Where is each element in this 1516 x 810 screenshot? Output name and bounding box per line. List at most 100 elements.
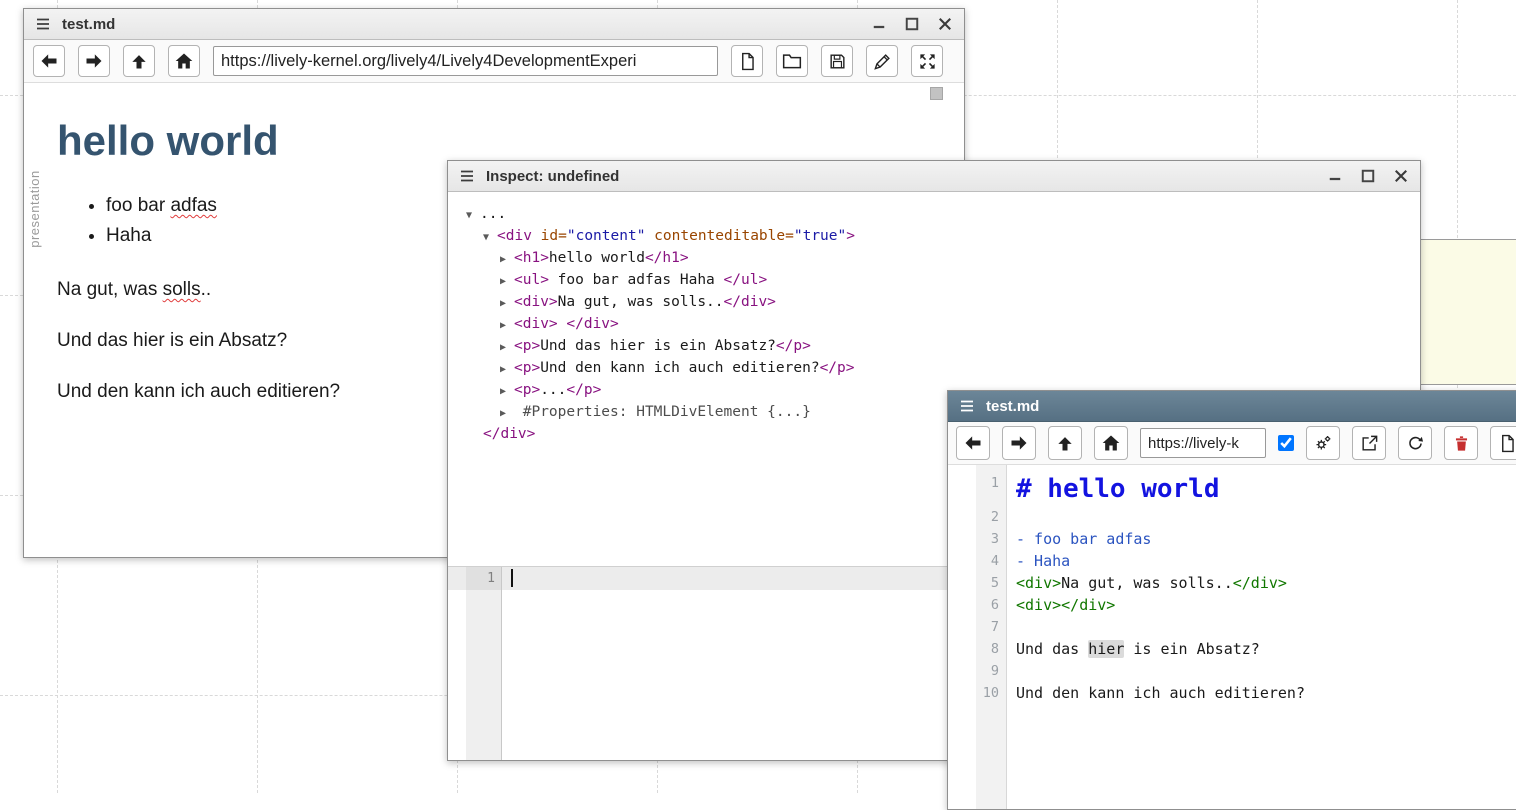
- code-text: # hello world: [1007, 472, 1220, 506]
- home-button[interactable]: [1094, 426, 1128, 460]
- code-text: - foo bar adfas: [1007, 528, 1151, 550]
- home-button[interactable]: [168, 45, 200, 77]
- reload-button[interactable]: [1398, 426, 1432, 460]
- tree-node[interactable]: ▶<div> </div>: [466, 313, 1420, 335]
- token-arrow: ▶: [500, 381, 514, 403]
- settings-button[interactable]: [1306, 426, 1340, 460]
- token-arrow: ▶: [500, 403, 514, 425]
- editor-toolbar: [948, 422, 1516, 465]
- tree-node[interactable]: ▼<div id="content" contenteditable="true…: [466, 225, 1420, 247]
- token-str: "true": [794, 228, 846, 244]
- line-number: 8: [948, 638, 1007, 660]
- viewer-titlebar[interactable]: test.md: [24, 9, 964, 40]
- tree-node[interactable]: ▶<p>Und den kann ich auch editieren?</p>: [466, 357, 1420, 379]
- token-tag: <ul>: [514, 272, 549, 288]
- token-tag: </p>: [820, 360, 855, 376]
- token-tag: </div>: [566, 316, 618, 332]
- forward-button[interactable]: [1002, 426, 1036, 460]
- url-input[interactable]: [213, 46, 718, 76]
- up-button[interactable]: [123, 45, 155, 77]
- token-plain: ...: [480, 206, 506, 222]
- close-button[interactable]: [1392, 167, 1410, 185]
- menu-icon[interactable]: [458, 167, 476, 185]
- token-tag: </div>: [483, 426, 535, 442]
- new-file-button[interactable]: [731, 45, 763, 77]
- code-line[interactable]: 9: [948, 660, 1516, 682]
- open-external-button[interactable]: [1352, 426, 1386, 460]
- token-misspelled: solls: [163, 279, 201, 300]
- token-arrow: ▶: [500, 249, 514, 271]
- inspector-titlebar[interactable]: Inspect: undefined: [448, 161, 1420, 192]
- maximize-button[interactable]: [1359, 167, 1377, 185]
- external-link-icon: [1360, 434, 1379, 453]
- edit-button[interactable]: [866, 45, 898, 77]
- tree-node[interactable]: ▶<div>Na gut, was solls..</div>: [466, 291, 1420, 313]
- token-header: # hello world: [1016, 474, 1220, 504]
- code-line[interactable]: 1# hello world: [948, 472, 1516, 506]
- back-button[interactable]: [33, 45, 65, 77]
- token-arrow: ▶: [500, 271, 514, 293]
- code-text: - Haha: [1007, 550, 1070, 572]
- token-plain: Und den kann ich auch editieren?: [1016, 684, 1305, 702]
- code-line[interactable]: 5<div>Na gut, was solls..</div>: [948, 572, 1516, 594]
- url-input[interactable]: [1140, 428, 1266, 458]
- minimize-button[interactable]: [870, 15, 888, 33]
- editor-titlebar[interactable]: test.md: [948, 391, 1516, 422]
- code-text: <div>Na gut, was solls..</div>: [1007, 572, 1287, 594]
- tree-node[interactable]: ▶<ul> foo bar adfas Haha </ul>: [466, 269, 1420, 291]
- token-plain: ...: [540, 382, 566, 398]
- tree-node[interactable]: ▶<p>Und das hier is ein Absatz?</p>: [466, 335, 1420, 357]
- forward-arrow-icon: [1009, 433, 1029, 453]
- tree-node[interactable]: ▶<h1>hello world</h1>: [466, 247, 1420, 269]
- token-etag: </div>: [1061, 596, 1115, 614]
- menu-icon[interactable]: [958, 397, 976, 415]
- up-arrow-icon: [129, 51, 149, 71]
- token-plain: ..: [201, 279, 212, 300]
- code-line[interactable]: 4- Haha: [948, 550, 1516, 572]
- back-arrow-icon: [963, 433, 983, 453]
- token-tag: <p>: [514, 382, 540, 398]
- auto-update-checkbox[interactable]: [1278, 435, 1294, 451]
- line-number: 4: [948, 550, 1007, 572]
- token-tag: >: [846, 228, 855, 244]
- up-button[interactable]: [1048, 426, 1082, 460]
- token-plain: Na gut, was solls..: [1061, 574, 1233, 592]
- token-str: "content": [567, 228, 646, 244]
- code-line[interactable]: 3- foo bar adfas: [948, 528, 1516, 550]
- line-number-gutter: 1: [466, 567, 502, 760]
- token-tag: <div>: [514, 294, 558, 310]
- line-number: 1: [466, 567, 501, 590]
- delete-button[interactable]: [1444, 426, 1478, 460]
- window-title: test.md: [986, 398, 1039, 415]
- maximize-button[interactable]: [903, 15, 921, 33]
- close-button[interactable]: [936, 15, 954, 33]
- expand-button[interactable]: [911, 45, 943, 77]
- new-file-button[interactable]: [1490, 426, 1516, 460]
- tree-node[interactable]: ▼...: [466, 203, 1420, 225]
- open-folder-button[interactable]: [776, 45, 808, 77]
- minimize-button[interactable]: [1326, 167, 1344, 185]
- token-plain: Und das hier is ein Absatz?: [57, 330, 287, 351]
- token-tag: </p>: [776, 338, 811, 354]
- token-tag: </div>: [724, 294, 776, 310]
- save-button[interactable]: [821, 45, 853, 77]
- menu-icon[interactable]: [34, 15, 52, 33]
- token-plain: is ein Absatz?: [1124, 640, 1259, 658]
- forward-button[interactable]: [78, 45, 110, 77]
- code-line[interactable]: 2: [948, 506, 1516, 528]
- back-button[interactable]: [956, 426, 990, 460]
- token-etag: <div>: [1016, 574, 1061, 592]
- scrollbar-stub[interactable]: [930, 87, 943, 100]
- code-line[interactable]: 8Und das hier is ein Absatz?: [948, 638, 1516, 660]
- line-number: 2: [948, 506, 1007, 528]
- new-file-icon: [1498, 434, 1516, 453]
- code-line[interactable]: 10Und den kann ich auch editieren?: [948, 682, 1516, 704]
- line-number: 5: [948, 572, 1007, 594]
- code-line[interactable]: 7: [948, 616, 1516, 638]
- trash-icon: [1452, 434, 1471, 453]
- code-line[interactable]: 6<div></div>: [948, 594, 1516, 616]
- token-highlight: hier: [1088, 640, 1124, 658]
- token-plain: hello world: [549, 250, 645, 266]
- token-plain: [645, 228, 654, 244]
- code-editor[interactable]: 1# hello world23- foo bar adfas4- Haha5<…: [948, 465, 1516, 809]
